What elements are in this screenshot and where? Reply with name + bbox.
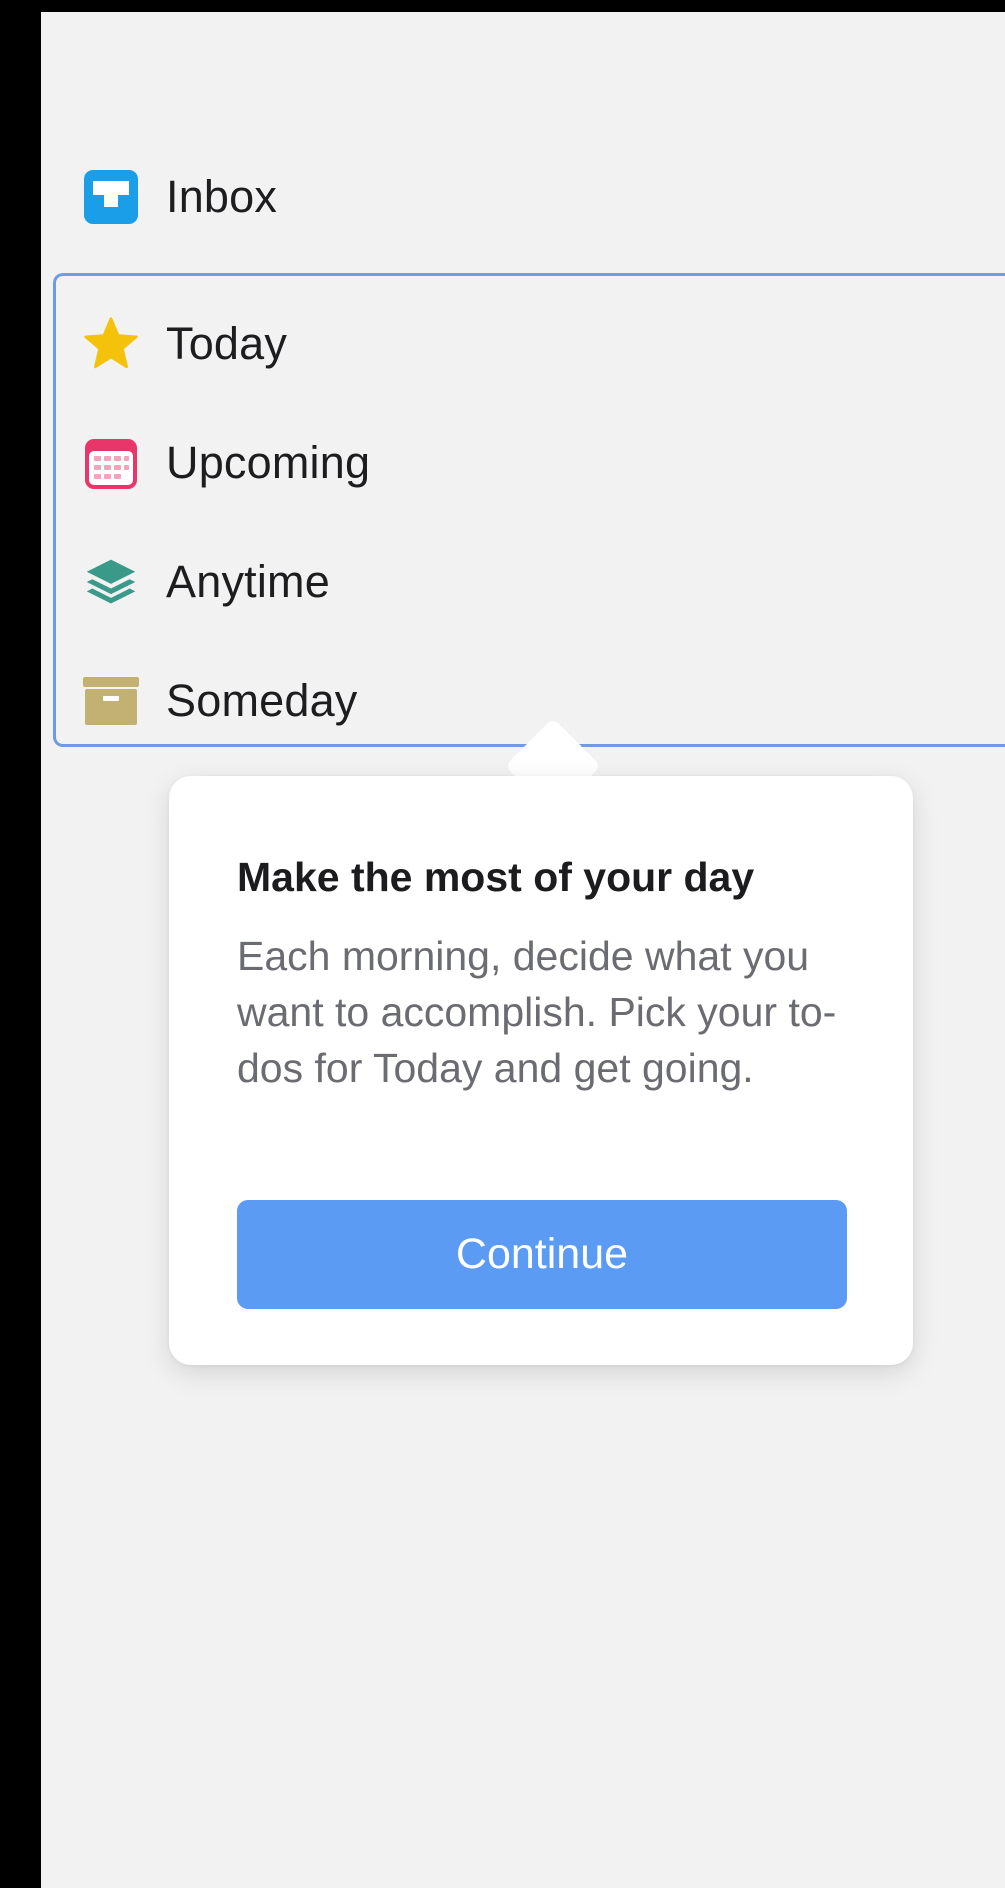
archive-box-icon	[83, 673, 139, 729]
sidebar-item-today[interactable]: Today	[41, 294, 1005, 394]
sidebar-item-anytime[interactable]: Anytime	[41, 532, 1005, 632]
popover-body: Each morning, decide what you want to ac…	[237, 933, 837, 1091]
star-icon	[83, 316, 139, 372]
onboarding-popover: Make the most of your day Each morning, …	[169, 776, 913, 1365]
sidebar-item-label: Anytime	[166, 556, 330, 607]
calendar-icon	[83, 435, 139, 491]
sidebar-item-inbox[interactable]: Inbox	[41, 147, 1005, 247]
inbox-icon	[83, 169, 139, 225]
sidebar-item-label: Today	[166, 318, 288, 369]
popover-title: Make the most of your day	[237, 854, 755, 900]
app-screen: Inbox Today Upcoming Anytime Someday Mak…	[41, 12, 1005, 1888]
continue-button[interactable]: Continue	[237, 1200, 847, 1309]
sidebar-item-label: Inbox	[166, 171, 278, 222]
sidebar-item-someday[interactable]: Someday	[41, 651, 1005, 751]
sidebar-item-label: Upcoming	[166, 437, 371, 488]
sidebar-item-upcoming[interactable]: Upcoming	[41, 413, 1005, 513]
sidebar-item-label: Someday	[166, 675, 358, 726]
layers-icon	[83, 554, 139, 610]
